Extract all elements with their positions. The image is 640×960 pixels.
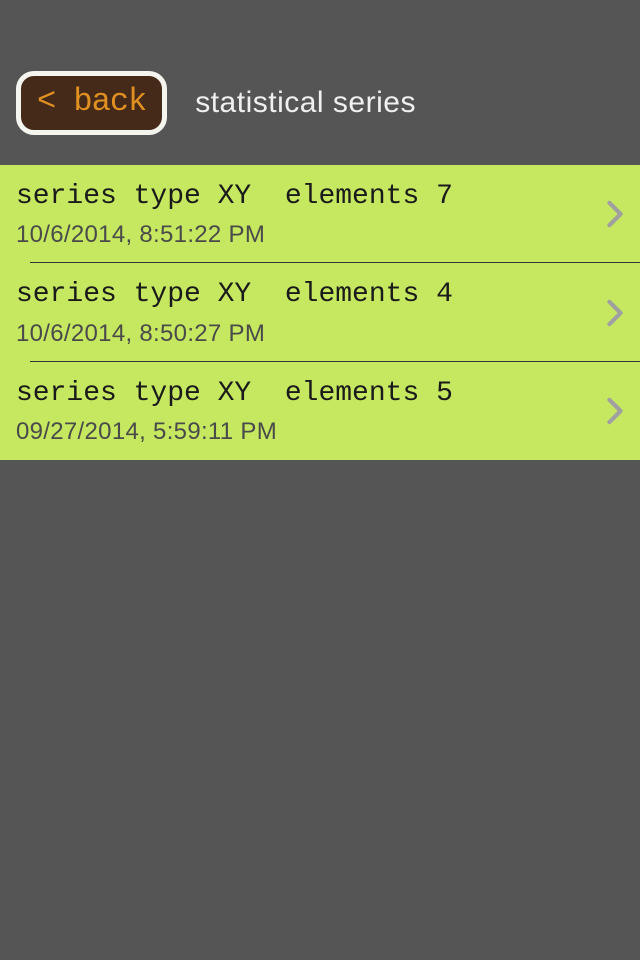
header: < back statistical series	[0, 0, 640, 165]
chevron-right-icon	[606, 397, 624, 425]
page-title: statistical series	[195, 86, 416, 120]
item-title: series type XY elements 5	[16, 376, 606, 412]
list-item[interactable]: series type XY elements 5 09/27/2014, 5:…	[0, 362, 640, 460]
item-title: series type XY elements 7	[16, 179, 606, 215]
back-button[interactable]: < back	[16, 71, 167, 135]
item-timestamp: 10/6/2014, 8:50:27 PM	[16, 320, 606, 348]
item-content: series type XY elements 4 10/6/2014, 8:5…	[16, 277, 606, 347]
item-title: series type XY elements 4	[16, 277, 606, 313]
chevron-right-icon	[606, 299, 624, 327]
list-item[interactable]: series type XY elements 4 10/6/2014, 8:5…	[0, 263, 640, 361]
series-list: series type XY elements 7 10/6/2014, 8:5…	[0, 165, 640, 460]
item-content: series type XY elements 7 10/6/2014, 8:5…	[16, 179, 606, 249]
list-item[interactable]: series type XY elements 7 10/6/2014, 8:5…	[0, 165, 640, 263]
item-content: series type XY elements 5 09/27/2014, 5:…	[16, 376, 606, 446]
chevron-right-icon	[606, 200, 624, 228]
item-timestamp: 10/6/2014, 8:51:22 PM	[16, 221, 606, 249]
item-timestamp: 09/27/2014, 5:59:11 PM	[16, 418, 606, 446]
